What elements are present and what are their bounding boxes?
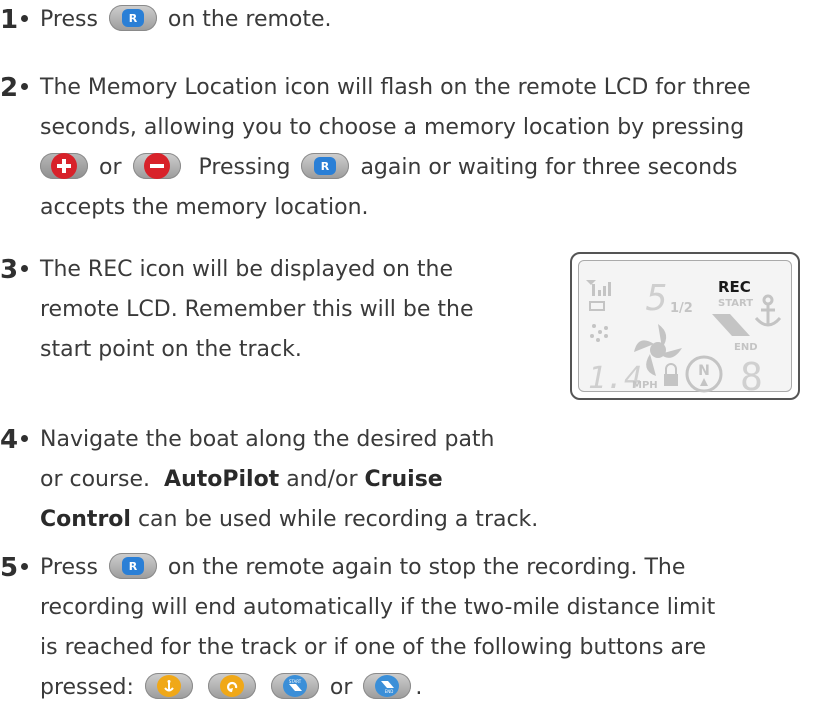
battery-icon [589, 301, 605, 311]
return-button-icon [207, 673, 256, 699]
memory-digit: 5 [646, 278, 668, 319]
signal-icon [586, 280, 611, 296]
heading-digit: 8 [740, 355, 763, 398]
step-number: 1 [0, 0, 29, 40]
step-number: 2 [0, 68, 29, 108]
svg-text:N: N [698, 363, 710, 379]
svg-text:END: END [385, 689, 394, 694]
step-5: 5 Press R on the remote again to stop th… [0, 548, 715, 708]
r-button-icon: R [301, 153, 350, 179]
step-number: 3 [0, 250, 29, 290]
plus-button-icon [40, 153, 88, 179]
svg-text:1/2: 1/2 [670, 301, 693, 316]
svg-text:START: START [289, 679, 302, 684]
r-button-icon: R [108, 553, 157, 579]
step-1: 1 Press R on the remote. [0, 0, 332, 40]
lock-icon [664, 363, 678, 386]
end-button-icon: END [363, 673, 412, 699]
start-button-icon: START [270, 673, 319, 699]
r-button-icon: R [108, 5, 157, 31]
svg-text:END: END [734, 342, 758, 353]
step-number: 4 [0, 420, 29, 460]
svg-text:R: R [321, 160, 330, 173]
minus-button-icon [132, 153, 181, 179]
svg-text:R: R [129, 12, 138, 25]
step-4: 4 Navigate the boat along the desired pa… [0, 420, 538, 540]
svg-text:MPH: MPH [632, 380, 658, 391]
anchor-button-icon [144, 673, 193, 699]
step-number: 5 [0, 548, 29, 588]
fish-dots-icon [590, 324, 608, 342]
remote-lcd-illustration: 5 1/2 REC START END 1.4 MPH N 8 [570, 252, 800, 400]
compass-icon: N [685, 355, 723, 393]
step-3: 3 The REC icon will be displayed on the … [0, 250, 474, 370]
rec-indicator: REC [718, 278, 751, 296]
step-2: 2 The Memory Location icon will flash on… [0, 68, 751, 228]
svg-text:START: START [718, 298, 753, 309]
svg-text:R: R [129, 560, 138, 573]
anchor-icon [754, 294, 782, 327]
track-icon [712, 314, 750, 336]
